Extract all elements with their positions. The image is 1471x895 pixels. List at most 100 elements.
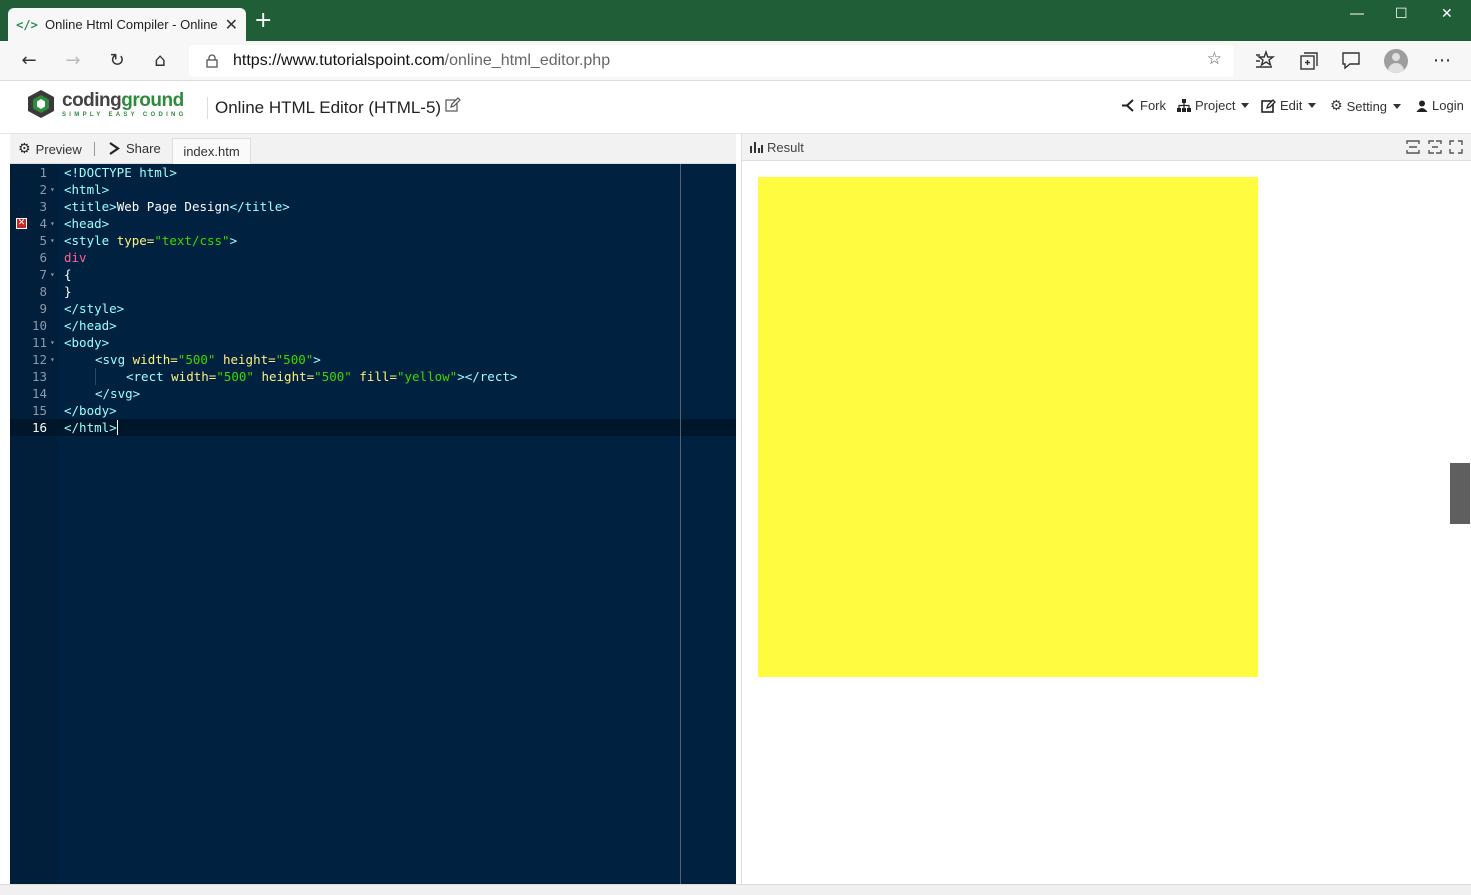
project-menu[interactable]: Project bbox=[1177, 98, 1250, 113]
code-token: > bbox=[229, 233, 238, 248]
toolbar-divider bbox=[94, 142, 95, 156]
chevron-down-icon bbox=[1393, 103, 1402, 109]
refresh-icon[interactable]: ↻ bbox=[105, 49, 129, 73]
gear-icon: ⚙ bbox=[1330, 98, 1343, 114]
project-label: Project bbox=[1195, 98, 1236, 113]
line-number: 6 bbox=[39, 250, 47, 265]
fold-arrow-icon[interactable]: ▾ bbox=[50, 181, 55, 198]
back-arrow-icon[interactable]: ← bbox=[17, 49, 41, 73]
close-tab-icon[interactable]: ✕ bbox=[225, 15, 238, 35]
line-number: 8 bbox=[39, 284, 47, 299]
fold-arrow-icon[interactable]: ▾ bbox=[50, 266, 55, 283]
code-line: 7 ▾ { bbox=[10, 266, 736, 283]
edit-title-icon[interactable] bbox=[445, 97, 461, 113]
text-cursor bbox=[116, 420, 118, 435]
browser-tab[interactable]: </> Online Html Compiler - Online H ✕ bbox=[8, 8, 246, 41]
favorite-star-icon[interactable]: ☆ bbox=[1207, 49, 1222, 69]
fold-arrow-icon[interactable]: ▾ bbox=[50, 232, 55, 249]
feedback-icon[interactable] bbox=[1339, 49, 1363, 73]
code-token: <style bbox=[64, 233, 117, 248]
login-link[interactable]: Login bbox=[1416, 98, 1464, 113]
code-line: 3 <title>Web Page Design</title> bbox=[10, 198, 736, 215]
line-number: 4 bbox=[39, 216, 47, 231]
code-text: div bbox=[64, 249, 87, 266]
result-pane: Result bbox=[741, 134, 1471, 884]
fold-arrow-icon[interactable]: ▾ bbox=[50, 334, 55, 351]
line-number: 15 bbox=[31, 403, 47, 418]
share-label: Share bbox=[126, 141, 161, 156]
code-line: 5 ▾ <style type="text/css"> bbox=[10, 232, 736, 249]
expand-horizontal-icon[interactable] bbox=[1428, 140, 1442, 154]
code-token: <head> bbox=[64, 216, 110, 231]
code-token: <title> bbox=[64, 199, 117, 214]
edit-menu[interactable]: Edit bbox=[1261, 98, 1317, 113]
file-tab-index[interactable]: index.htm bbox=[172, 138, 251, 165]
codingground-logo-icon bbox=[28, 90, 54, 118]
minimize-icon[interactable]: ― bbox=[1350, 6, 1364, 22]
preview-button[interactable]: ⚙ Preview bbox=[18, 141, 82, 157]
code-text: <head> bbox=[64, 215, 109, 232]
maximize-icon[interactable]: ☐ bbox=[1395, 6, 1408, 22]
line-number: 11 bbox=[31, 335, 47, 350]
line-number: 14 bbox=[31, 386, 47, 401]
collections-icon[interactable] bbox=[1296, 49, 1320, 73]
code-token: <html> bbox=[64, 182, 110, 197]
chevron-down-icon bbox=[1308, 103, 1317, 108]
code-token: type= bbox=[116, 233, 155, 248]
share-button[interactable]: Share bbox=[109, 141, 161, 156]
code-line: 13 <rect width="500" height="500" fill="y… bbox=[10, 368, 736, 385]
setting-menu[interactable]: ⚙ Setting bbox=[1330, 98, 1402, 114]
fullscreen-icon[interactable] bbox=[1449, 140, 1463, 154]
line-number: 3 bbox=[39, 199, 47, 214]
login-label: Login bbox=[1432, 98, 1464, 113]
line-number: 2 bbox=[39, 182, 47, 197]
code-token: "500" bbox=[216, 369, 254, 384]
profile-avatar[interactable] bbox=[1384, 49, 1408, 73]
user-icon bbox=[1416, 100, 1428, 112]
close-window-icon[interactable]: ✕ bbox=[1441, 6, 1453, 22]
line-number: 1 bbox=[39, 165, 47, 180]
forward-arrow-icon[interactable]: → bbox=[61, 49, 85, 73]
more-menu-icon[interactable]: ⋯ bbox=[1430, 49, 1454, 73]
code-line: 1 <!DOCTYPE html> bbox=[10, 164, 736, 181]
fold-arrow-icon[interactable]: ▾ bbox=[50, 215, 55, 232]
code-line: 10 </head> bbox=[10, 317, 736, 334]
code-token: </html> bbox=[64, 420, 117, 435]
favorites-icon[interactable] bbox=[1252, 49, 1276, 73]
status-bar bbox=[0, 884, 1471, 895]
pane-resize-handle[interactable] bbox=[1450, 463, 1470, 524]
code-token: > bbox=[313, 352, 321, 367]
code-text: <title>Web Page Design</title> bbox=[64, 198, 290, 215]
svg-rect bbox=[758, 177, 1258, 677]
collapse-horizontal-icon[interactable] bbox=[1406, 140, 1420, 154]
code-icon: </> bbox=[16, 17, 38, 32]
code-token: } bbox=[64, 284, 72, 299]
code-token: div bbox=[64, 250, 87, 265]
code-token: height= bbox=[253, 369, 315, 384]
home-icon[interactable]: ⌂ bbox=[148, 49, 172, 73]
sitemap-icon bbox=[1177, 99, 1191, 112]
code-line: 6 div bbox=[10, 249, 736, 266]
line-number: 5 bbox=[39, 233, 47, 248]
code-editor[interactable]: 1 <!DOCTYPE html> 2 ▾ <html> 3 <title>Web Pa… bbox=[10, 164, 736, 884]
code-line: 16 </html> bbox=[10, 419, 736, 436]
address-bar[interactable]: https://www.tutorialspoint.com/online_ht… bbox=[189, 45, 1234, 77]
result-toolbar: Result bbox=[742, 134, 1471, 161]
edit-label: Edit bbox=[1280, 98, 1303, 113]
fold-arrow-icon[interactable]: ▾ bbox=[50, 351, 55, 368]
code-token: height= bbox=[215, 352, 276, 367]
logo-word-ground: ground bbox=[121, 90, 184, 111]
fork-menu[interactable]: Fork bbox=[1121, 98, 1166, 113]
code-token: ></rect> bbox=[457, 369, 518, 384]
line-number: 12 bbox=[31, 352, 47, 367]
code-token: <rect bbox=[126, 369, 172, 384]
new-tab-button[interactable]: + bbox=[254, 10, 272, 32]
gears-icon: ⚙ bbox=[18, 141, 31, 157]
code-token: "500" bbox=[314, 369, 352, 384]
header-divider bbox=[207, 97, 208, 119]
code-token: "text/css" bbox=[154, 233, 230, 248]
code-text: </style> bbox=[64, 300, 124, 317]
code-token: </svg> bbox=[95, 386, 141, 401]
logo-wordmark[interactable]: codingground bbox=[62, 90, 184, 112]
rendered-yellow-rect bbox=[758, 177, 1258, 677]
